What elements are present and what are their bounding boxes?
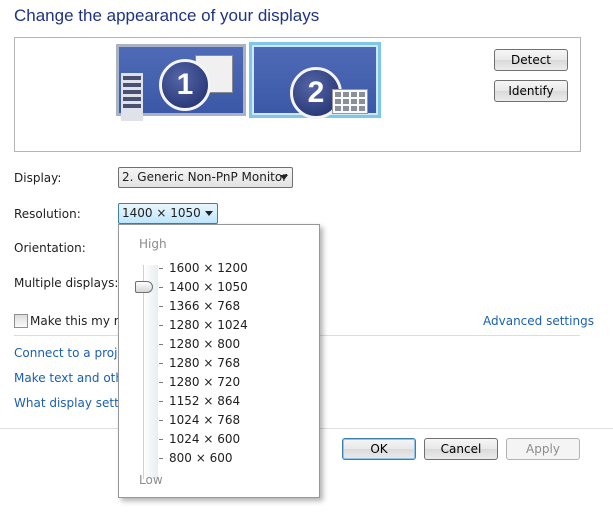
monitor-2-frame: 2	[249, 42, 381, 119]
connect-projector-link[interactable]: Connect to a projec	[14, 346, 131, 360]
resolution-option[interactable]: 1400 × 1050	[169, 280, 248, 294]
slider-tick	[159, 401, 163, 402]
display-select[interactable]: 2. Generic Non-PnP Monitor	[118, 167, 293, 188]
resolution-slider-thumb[interactable]	[135, 281, 153, 293]
detect-button[interactable]: Detect	[494, 49, 568, 71]
resolution-option[interactable]: 1152 × 864	[169, 394, 240, 408]
low-label: Low	[139, 473, 163, 487]
taskbar-thumbnail	[121, 73, 143, 121]
orientation-label: Orientation:	[14, 241, 86, 255]
slider-tick	[159, 287, 163, 288]
resolution-option[interactable]: 800 × 600	[169, 451, 233, 465]
slider-tick	[159, 268, 163, 269]
slider-tick	[159, 458, 163, 459]
advanced-settings-link[interactable]: Advanced settings	[483, 314, 594, 328]
resolution-select-value: 1400 × 1050	[122, 206, 201, 220]
multiple-displays-label: Multiple displays:	[14, 276, 119, 290]
slider-tick	[159, 382, 163, 383]
monitor-2[interactable]: 2	[249, 42, 381, 119]
display-select-value: 2. Generic Non-PnP Monitor	[122, 170, 288, 184]
resolution-select[interactable]: 1400 × 1050	[118, 203, 218, 224]
apply-button[interactable]: Apply	[506, 438, 580, 460]
resolution-option[interactable]: 1024 × 600	[169, 432, 240, 446]
resolution-slider-track[interactable]	[143, 265, 158, 479]
window-grid-thumbnail	[332, 89, 368, 114]
resolution-option[interactable]: 1280 × 800	[169, 337, 240, 351]
slider-tick	[159, 306, 163, 307]
slider-tick	[159, 363, 163, 364]
resolution-option[interactable]: 1280 × 1024	[169, 318, 248, 332]
resolution-option[interactable]: 1024 × 768	[169, 413, 240, 427]
resolution-option[interactable]: 1280 × 720	[169, 375, 240, 389]
page-title: Change the appearance of your displays	[14, 6, 320, 25]
cancel-button[interactable]: Cancel	[424, 438, 498, 460]
slider-tick	[159, 420, 163, 421]
identify-button[interactable]: Identify	[494, 80, 568, 102]
monitor-preview: 1 2 Detect Identify	[14, 37, 581, 152]
resolution-label: Resolution:	[14, 207, 81, 221]
resolution-option[interactable]: 1280 × 768	[169, 356, 240, 370]
slider-tick	[159, 439, 163, 440]
monitor-1-frame: 1	[116, 44, 246, 121]
slider-tick	[159, 325, 163, 326]
resolution-option[interactable]: 1600 × 1200	[169, 261, 248, 275]
resolution-popup: High 1600 × 1200 1400 × 1050 1366 × 768 128…	[118, 224, 320, 498]
main-display-checkbox[interactable]	[14, 314, 28, 328]
ok-button[interactable]: OK	[342, 438, 416, 460]
high-label: High	[139, 237, 167, 251]
chevron-down-icon	[205, 211, 213, 216]
chevron-down-icon	[280, 175, 288, 180]
resolution-option[interactable]: 1366 × 768	[169, 299, 240, 313]
monitor-number-1: 1	[159, 59, 211, 111]
display-label: Display:	[14, 171, 62, 185]
slider-tick	[159, 344, 163, 345]
monitor-1[interactable]: 1	[116, 44, 246, 121]
